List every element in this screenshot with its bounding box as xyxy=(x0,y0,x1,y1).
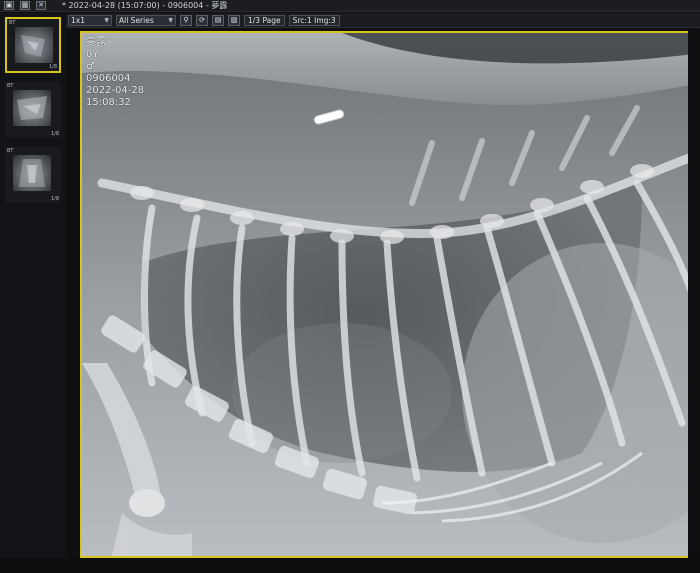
sync-icon[interactable]: ⟳ xyxy=(196,14,208,26)
viewer-toolbar: 1x1 ▼ All Series ▼ ⚲ ⟳ ▤ ▧ 1/3 Page Src:… xyxy=(66,13,700,28)
thumbnail-image xyxy=(15,27,53,63)
link-series-icon[interactable]: ⚲ xyxy=(180,14,192,26)
study-time: 15:08:32 xyxy=(86,97,131,108)
radiograph-image xyxy=(82,33,700,556)
patient-name: 夢露 xyxy=(86,37,106,48)
thumbnail-image xyxy=(13,155,51,191)
source-image-indicator: Src:1 Img:3 xyxy=(288,14,340,26)
series-thumbnail-2[interactable]: BT 1/8 xyxy=(5,82,61,138)
series-select[interactable]: All Series ▼ xyxy=(116,14,176,26)
bottom-margin xyxy=(0,558,700,573)
series-thumbnail-1[interactable]: BT 1/8 xyxy=(5,17,61,73)
chevron-down-icon: ▼ xyxy=(168,16,173,24)
study-date: 2022-04-28 xyxy=(86,85,145,96)
chevron-down-icon: ▼ xyxy=(104,16,109,24)
series-thumbnail-3[interactable]: BT 1/8 xyxy=(5,147,61,203)
top-bar: ▣ ▦ ✕ * 2022-04-28 (15:07:00) - 0906004 … xyxy=(0,0,700,12)
layout-select[interactable]: 1x1 ▼ xyxy=(68,14,112,26)
window-icon[interactable]: ▣ xyxy=(4,1,14,10)
layout-select-value: 1x1 xyxy=(71,15,85,25)
patient-id: 0906004 xyxy=(86,73,131,84)
patient-info-overlay: 夢露 0Y ♂ 0906004 2022-04-28 15:08:32 xyxy=(86,37,144,109)
thumbnail-corner-label: 1/8 xyxy=(50,196,59,202)
image-viewport[interactable]: 夢露 0Y ♂ 0906004 2022-04-28 15:08:32 xyxy=(80,31,700,558)
thumbnail-corner-label: BT xyxy=(7,148,14,154)
thumbnail-corner-label: 1/8 xyxy=(48,64,57,70)
thumbnail-corner-label: BT xyxy=(7,83,14,89)
study-title: * 2022-04-28 (15:07:00) - 0906004 - 夢露 xyxy=(62,1,228,10)
thumbnail-image xyxy=(13,90,51,126)
series-panel: BT 1/8 BT 1/8 BT 1/8 xyxy=(0,13,66,573)
right-margin xyxy=(688,31,700,558)
patient-age: 0Y xyxy=(86,49,99,60)
thumbnail-corner-label: 1/8 xyxy=(50,131,59,137)
series-select-value: All Series xyxy=(119,15,154,25)
patient-sex: ♂ xyxy=(86,61,95,72)
dicom-viewer-app: ▣ ▦ ✕ * 2022-04-28 (15:07:00) - 0906004 … xyxy=(0,0,700,573)
thumbnail-corner-label: BT xyxy=(9,20,16,26)
close-icon[interactable]: ✕ xyxy=(36,1,46,10)
series-list-icon[interactable]: ▤ xyxy=(212,14,224,26)
grid-icon[interactable]: ▦ xyxy=(20,1,30,10)
image-stack-icon[interactable]: ▧ xyxy=(228,14,240,26)
page-indicator: 1/3 Page xyxy=(244,14,285,26)
